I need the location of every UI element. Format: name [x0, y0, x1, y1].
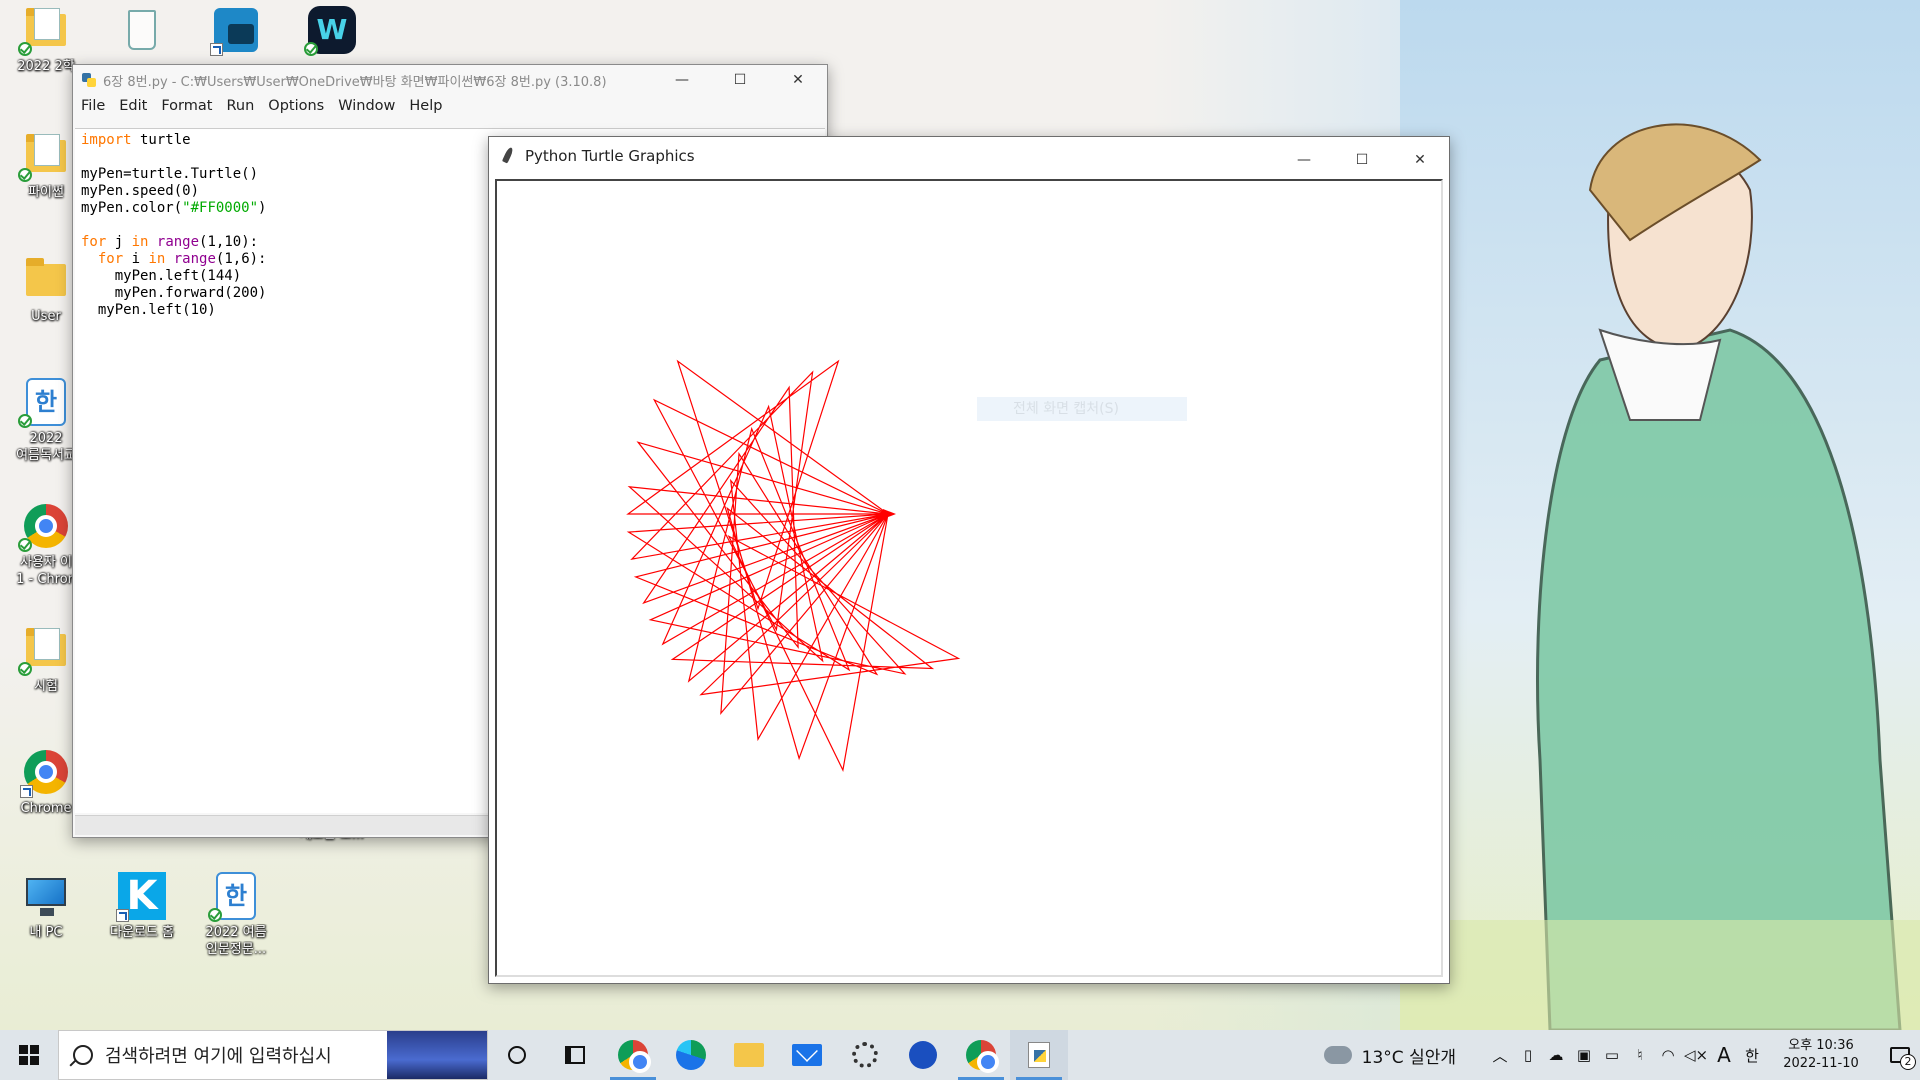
turtle-drawing [626, 359, 961, 773]
mic-icon[interactable]: ♮ [1626, 1046, 1654, 1064]
maximize-button[interactable]: ☐ [1333, 141, 1391, 179]
turtle-titlebar[interactable]: Python Turtle Graphics — ☐ ✕ [489, 137, 1449, 175]
turtle-graphics-window[interactable]: Python Turtle Graphics — ☐ ✕ 전체 화면 캡처(S) [488, 136, 1450, 984]
minimize-button[interactable]: — [653, 65, 711, 95]
desktop-icon-webex[interactable] [286, 6, 378, 56]
desktop-icon-recycle-bin[interactable] [96, 6, 188, 54]
taskbar-chrome-2[interactable] [952, 1030, 1010, 1080]
search-placeholder: 검색하려면 여기에 입력하십시 [105, 1046, 332, 1067]
shortcut-arrow-icon [20, 785, 33, 798]
feather-icon [501, 147, 515, 165]
search-highlight-image [387, 1031, 487, 1079]
taskbar-file-explorer[interactable] [720, 1030, 778, 1080]
taskbar-settings[interactable] [836, 1030, 894, 1080]
screen-capture-ghost-text: 전체 화면 캡처(S) [977, 397, 1187, 421]
clock-time: 오후 10:36 [1788, 1038, 1854, 1053]
hwp-document-icon: 한 [26, 378, 66, 426]
security-icon[interactable]: ▣ [1570, 1046, 1598, 1064]
language-indicator[interactable]: 한 [1738, 1045, 1766, 1066]
python-app-icon [1024, 1040, 1054, 1070]
weather-cloud-icon [1323, 1038, 1352, 1064]
task-view-button[interactable] [546, 1030, 604, 1080]
taskbar: 검색하려면 여기에 입력하십시 13°C 실안개 ︿ ▯ ☁ ▣ ▭ ♮ ◠ ◁… [0, 1030, 1920, 1080]
weather-text: 13°C 실안개 [1361, 1047, 1456, 1068]
chrome-icon [618, 1040, 651, 1073]
battery-icon[interactable]: ▭ [1598, 1046, 1626, 1064]
chevron-up-icon[interactable]: ︿ [1486, 1045, 1514, 1066]
desktop-icon-remote-app[interactable] [190, 6, 282, 56]
taskbar-python[interactable] [1010, 1030, 1068, 1080]
idle-window-title: 6장 8번.py - C:₩Users₩User₩OneDrive₩바탕 화면₩… [103, 74, 607, 90]
start-button[interactable] [0, 1030, 58, 1080]
desktop-icon-this-pc[interactable]: 내 PC [0, 872, 92, 941]
notification-count: 2 [1900, 1054, 1916, 1070]
shortcut-arrow-icon [116, 909, 129, 922]
clock[interactable]: 오후 10:36 2022-11-10 [1776, 1037, 1866, 1073]
idle-menubar: File Edit Format Run Options Window Help [73, 95, 827, 117]
sync-ok-icon [304, 42, 318, 56]
python-file-icon [81, 72, 97, 88]
cortana-ring-icon [508, 1046, 526, 1064]
quick-assist-icon [909, 1041, 937, 1069]
wifi-icon[interactable]: ◠ [1654, 1046, 1682, 1064]
taskbar-edge[interactable] [662, 1030, 720, 1080]
user-folder-icon [26, 258, 66, 296]
device-icon[interactable]: ▯ [1514, 1046, 1542, 1064]
menu-run[interactable]: Run [226, 98, 254, 114]
taskbar-chrome-profile[interactable] [604, 1030, 662, 1080]
task-view-icon [565, 1046, 585, 1064]
notification-center-button[interactable]: 2 [1880, 1030, 1920, 1080]
menu-edit[interactable]: Edit [119, 98, 147, 114]
close-button[interactable]: ✕ [1391, 141, 1449, 179]
sync-ok-icon [18, 662, 32, 676]
taskbar-mail[interactable] [778, 1030, 836, 1080]
ime-mode[interactable]: A [1710, 1043, 1738, 1067]
search-icon [73, 1045, 93, 1065]
turtle-window-title: Python Turtle Graphics [525, 147, 695, 165]
gear-icon [852, 1042, 878, 1068]
menu-window[interactable]: Window [338, 98, 395, 114]
cortana-button[interactable] [488, 1030, 546, 1080]
shortcut-arrow-icon [210, 43, 223, 56]
volume-muted-icon[interactable]: ◁× [1682, 1046, 1710, 1064]
system-tray: 13°C 실안개 ︿ ▯ ☁ ▣ ▭ ♮ ◠ ◁× A 한 오후 10:36 2… [1323, 1030, 1920, 1080]
sync-ok-icon [18, 42, 32, 56]
maximize-button[interactable]: ☐ [711, 65, 769, 95]
sync-ok-icon [18, 538, 32, 552]
mail-icon [792, 1044, 822, 1066]
minimize-button[interactable]: — [1275, 141, 1333, 179]
file-explorer-icon [734, 1043, 764, 1067]
anime-wallpaper-art [1400, 0, 1920, 1030]
menu-options[interactable]: Options [268, 98, 324, 114]
cloud-icon[interactable]: ☁ [1542, 1046, 1570, 1064]
desktop-icon-hwp-humanities[interactable]: 한 2022 여름 인문정문... [190, 872, 282, 958]
turtle-canvas[interactable]: 전체 화면 캡처(S) [495, 179, 1443, 977]
hwp-document-icon: 한 [216, 872, 256, 920]
menu-help[interactable]: Help [409, 98, 442, 114]
weather-widget[interactable]: 13°C 실안개 [1323, 1038, 1456, 1068]
taskbar-quick-assist[interactable] [894, 1030, 952, 1080]
menu-format[interactable]: Format [161, 98, 212, 114]
recycle-bin-icon [128, 10, 156, 50]
edge-icon [676, 1040, 706, 1070]
sync-ok-icon [208, 908, 222, 922]
taskbar-search[interactable]: 검색하려면 여기에 입력하십시 [58, 1030, 488, 1080]
sync-ok-icon [18, 414, 32, 428]
windows-logo-icon [19, 1045, 39, 1065]
desktop-icon-download-home[interactable]: K 다운로드 홈 [96, 872, 188, 941]
close-button[interactable]: ✕ [769, 65, 827, 95]
sync-ok-icon [18, 168, 32, 182]
turtle-star-pattern [626, 359, 961, 773]
turtle-cursor [883, 509, 896, 519]
menu-file[interactable]: File [81, 98, 105, 114]
idle-titlebar[interactable]: 6장 8번.py - C:₩Users₩User₩OneDrive₩바탕 화면₩… [73, 65, 827, 95]
chrome-icon [966, 1040, 999, 1073]
clock-date: 2022-11-10 [1783, 1056, 1859, 1071]
computer-icon [26, 878, 66, 916]
